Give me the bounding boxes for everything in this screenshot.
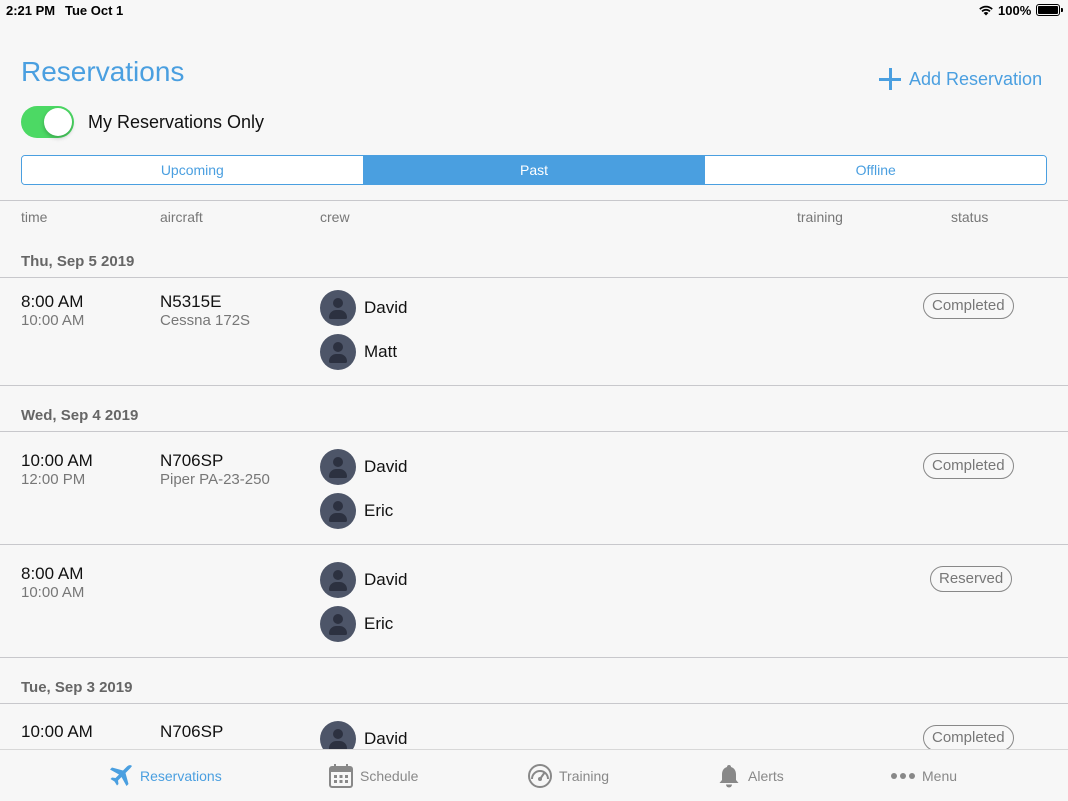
crew-member: David <box>320 562 407 598</box>
battery-icon <box>1036 4 1063 16</box>
day-header: Tue, Sep 3 2019 <box>0 658 1068 704</box>
column-header-aircraft: aircraft <box>160 209 203 225</box>
crew-name: David <box>364 298 408 317</box>
aircraft-tail: N706SP <box>160 451 224 470</box>
tab-label: Alerts <box>748 768 784 784</box>
crew-member: David <box>320 290 407 326</box>
aircraft-model: Piper PA-23-250 <box>160 471 270 488</box>
toggle-label: My Reservations Only <box>88 111 265 132</box>
reservation-row[interactable]: 8:00 AM 10:00 AM David Eric Reserved <box>0 545 1068 658</box>
tab-reservations[interactable]: Reservations <box>108 762 222 790</box>
reservation-row[interactable]: 8:00 AM 10:00 AM N5315E Cessna 172S Davi… <box>0 278 1068 386</box>
crew-member: David <box>320 449 407 485</box>
tab-bar: Reservations Schedule Training Alerts Me… <box>0 749 1068 801</box>
bell-icon <box>716 763 742 789</box>
crew-member: Eric <box>320 606 393 642</box>
segment-upcoming[interactable]: Upcoming <box>22 156 363 184</box>
crew-name: Eric <box>364 614 394 633</box>
avatar-icon <box>320 493 356 529</box>
status-date: Tue Oct 1 <box>65 3 124 18</box>
segment-past[interactable]: Past <box>362 156 705 184</box>
day-header: Thu, Sep 5 2019 <box>0 232 1068 278</box>
plus-icon <box>878 67 902 91</box>
status-badge: Completed <box>923 725 1014 749</box>
start-time: 8:00 AM <box>21 564 84 583</box>
day-label: Wed, Sep 4 2019 <box>21 407 139 424</box>
crew-name: David <box>364 570 408 589</box>
status-bar: 2:21 PM Tue Oct 1 100% <box>0 0 1068 22</box>
end-time: 12:00 PM <box>21 471 86 488</box>
column-header-training: training <box>797 209 843 225</box>
end-time: 10:00 AM <box>21 584 85 601</box>
status-badge: Reserved <box>930 566 1013 592</box>
tab-label: Menu <box>922 768 958 784</box>
status-badge: Completed <box>923 453 1014 479</box>
column-header-time: time <box>21 209 48 225</box>
tab-schedule[interactable]: Schedule <box>328 762 418 790</box>
start-time: 10:00 AM <box>21 451 93 470</box>
aircraft-tail: N5315E <box>160 292 222 311</box>
crew-name: David <box>364 457 408 476</box>
start-time: 10:00 AM <box>21 722 93 741</box>
reservation-list[interactable]: Thu, Sep 5 2019 8:00 AM 10:00 AM N5315E … <box>0 232 1068 749</box>
avatar-icon <box>320 449 356 485</box>
avatar-icon <box>320 606 356 642</box>
tab-menu[interactable]: Menu <box>890 762 957 790</box>
column-header-status: status <box>951 209 989 225</box>
avatar-icon <box>320 721 356 749</box>
reservation-row[interactable]: 10:00 AM N706SP David Completed <box>0 704 1068 749</box>
my-reservations-toggle-row: My Reservations Only <box>21 106 264 138</box>
gauge-icon <box>527 763 553 789</box>
crew-member: David <box>320 721 407 749</box>
avatar-icon <box>320 334 356 370</box>
day-label: Tue, Sep 3 2019 <box>21 679 133 696</box>
tab-label: Schedule <box>360 768 419 784</box>
start-time: 8:00 AM <box>21 292 84 311</box>
column-header-crew: crew <box>320 209 350 225</box>
airplane-icon <box>108 763 134 789</box>
segment-offline[interactable]: Offline <box>704 156 1046 184</box>
battery-percent: 100% <box>998 3 1032 18</box>
more-dots-icon <box>890 763 916 789</box>
aircraft-model: Cessna 172S <box>160 312 251 329</box>
crew-member: Eric <box>320 493 393 529</box>
crew-member: Matt <box>320 334 397 370</box>
tab-alerts[interactable]: Alerts <box>716 762 784 790</box>
crew-name: Eric <box>364 501 394 520</box>
crew-name: Matt <box>364 342 398 361</box>
status-time: 2:21 PM <box>6 3 56 18</box>
status-badge: Completed <box>923 293 1014 319</box>
tab-label: Reservations <box>140 768 222 784</box>
avatar-icon <box>320 562 356 598</box>
wifi-icon <box>978 4 994 19</box>
tab-training[interactable]: Training <box>527 762 609 790</box>
page-title: Reservations <box>21 56 185 87</box>
tab-label: Training <box>559 768 610 784</box>
reservation-row[interactable]: 10:00 AM 12:00 PM N706SP Piper PA-23-250… <box>0 432 1068 545</box>
calendar-icon <box>328 763 354 789</box>
day-label: Thu, Sep 5 2019 <box>21 253 135 270</box>
avatar-icon <box>320 290 356 326</box>
add-reservation-button[interactable]: Add Reservation <box>878 65 1042 93</box>
my-reservations-toggle[interactable] <box>21 106 74 138</box>
crew-name: David <box>364 729 408 748</box>
day-header: Wed, Sep 4 2019 <box>0 386 1068 432</box>
end-time: 10:00 AM <box>21 312 85 329</box>
reservation-filter-segmented-control: Upcoming Past Offline <box>21 155 1047 185</box>
column-headers: time aircraft crew training status <box>0 200 1068 232</box>
aircraft-tail: N706SP <box>160 722 224 741</box>
add-reservation-label: Add Reservation <box>909 68 1043 89</box>
